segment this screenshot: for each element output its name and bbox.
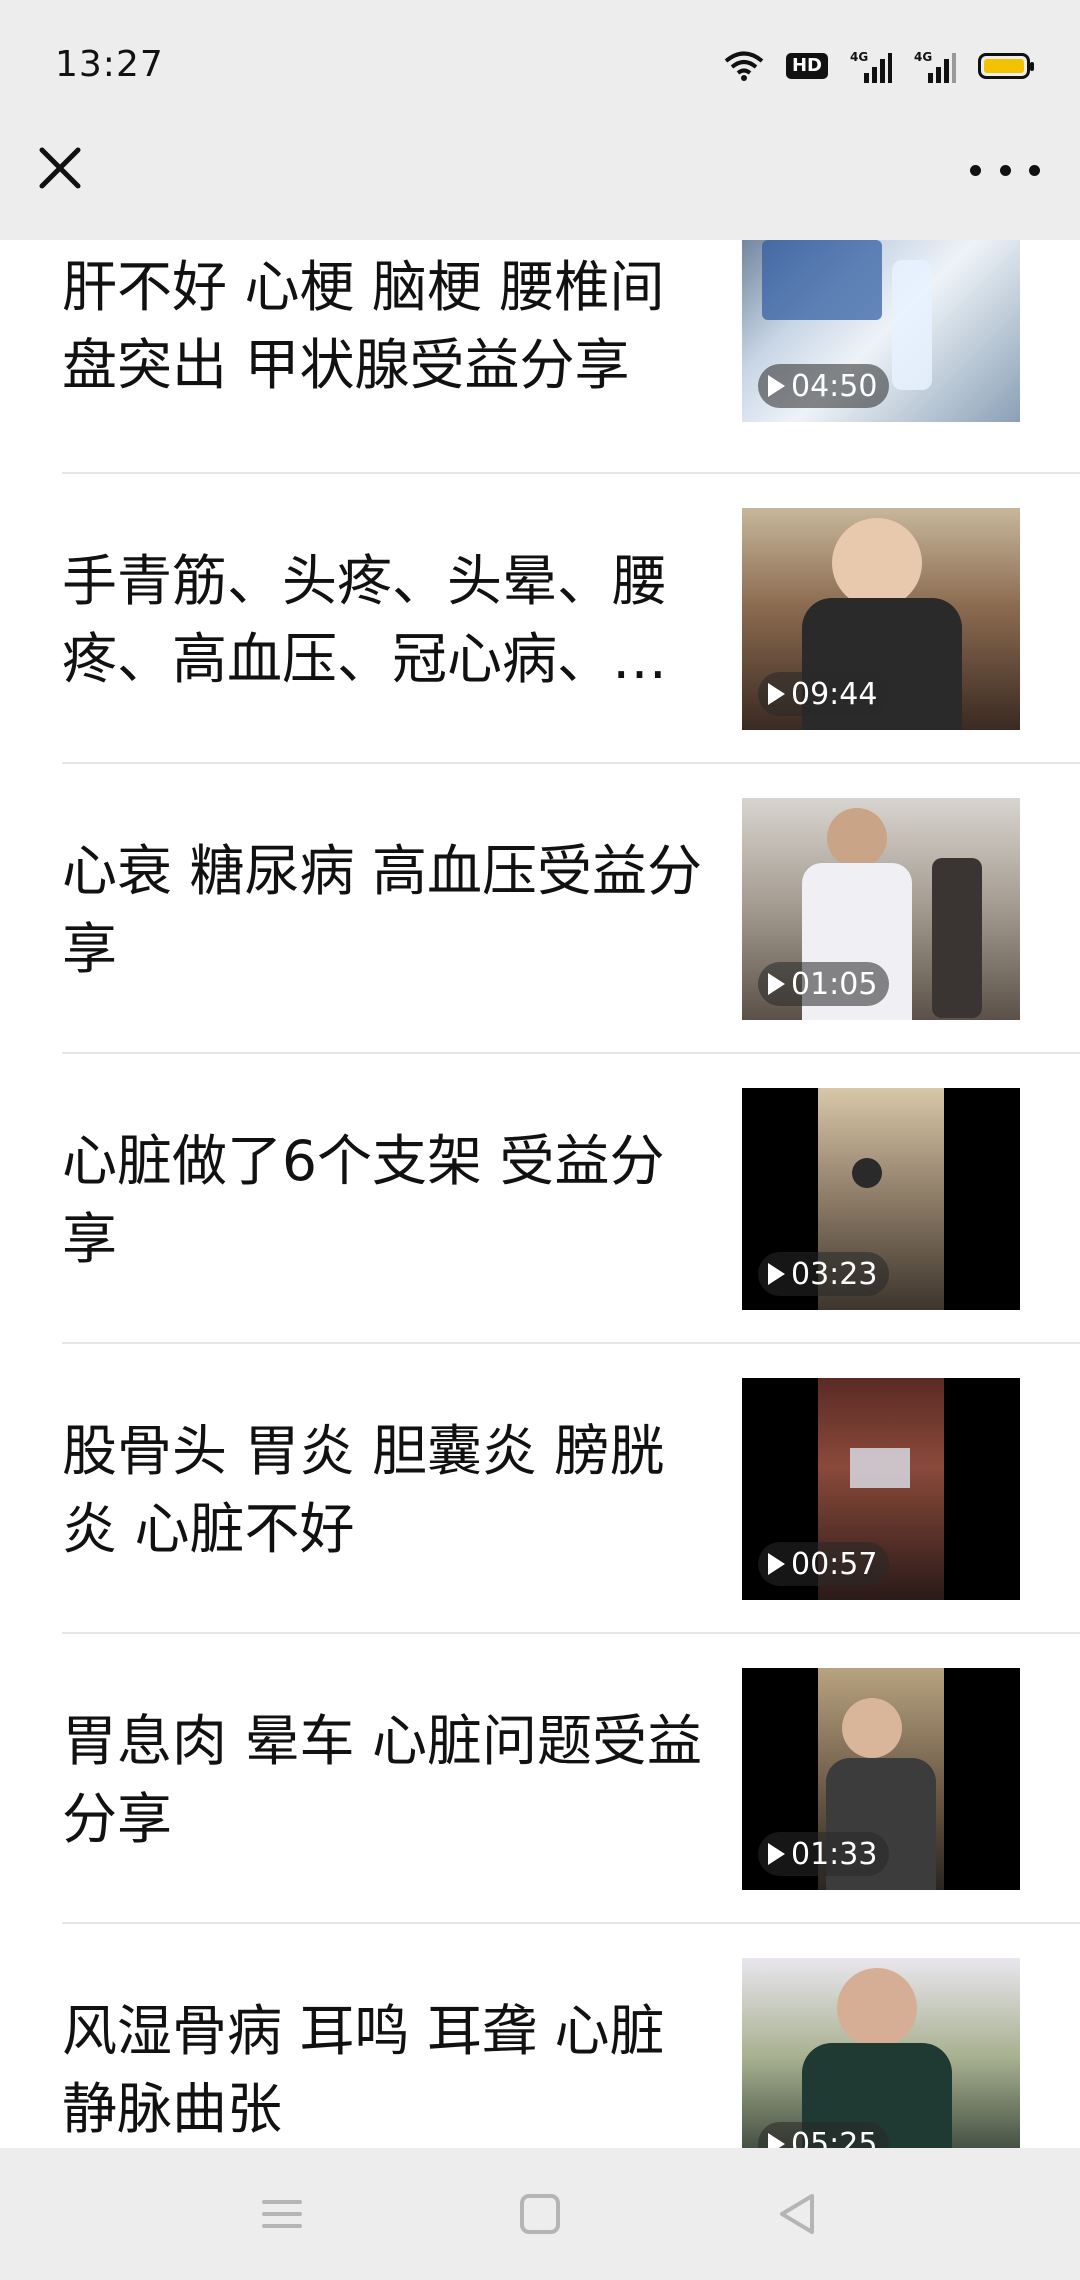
video-thumbnail[interactable]: 01:33 xyxy=(742,1668,1020,1890)
play-icon xyxy=(768,1553,785,1575)
status-time: 13:27 xyxy=(55,44,164,85)
duration-badge: 00:57 xyxy=(758,1542,890,1586)
article-title: 肝不好 心梗 脑梗 腰椎间盘突出 甲状腺受益分享 xyxy=(62,255,665,397)
nav-bar xyxy=(0,130,1080,240)
list-item[interactable]: 心脏做了6个支架 受益分享 03:23 xyxy=(0,1054,1080,1344)
home-icon xyxy=(520,2194,560,2234)
more-icon xyxy=(999,164,1011,176)
home-button[interactable] xyxy=(508,2182,572,2246)
list-item[interactable]: 手青筋、头疼、头晕、腰疼、高血压、冠心病、… 09:44 xyxy=(0,474,1080,764)
duration-badge: 03:23 xyxy=(758,1252,890,1296)
duration-badge: 01:05 xyxy=(758,962,890,1006)
article-title: 手青筋、头疼、头晕、腰疼、高血压、冠心病、… xyxy=(62,549,668,691)
list-item[interactable]: 胃息肉 晕车 心脏问题受益分享 01:33 xyxy=(0,1634,1080,1924)
back-icon xyxy=(780,2194,814,2234)
more-button[interactable] xyxy=(970,150,1040,190)
svg-text:4G: 4G xyxy=(914,50,932,64)
article-title: 心脏做了6个支架 受益分享 xyxy=(62,1129,665,1271)
play-icon xyxy=(768,1263,785,1285)
video-thumbnail[interactable]: 05:25 xyxy=(742,1958,1020,2148)
status-bar: 13:27 HD 4G 4G xyxy=(0,0,1080,130)
close-icon xyxy=(39,147,81,189)
video-thumbnail[interactable]: 01:05 xyxy=(742,798,1020,1020)
status-icons: HD 4G 4G xyxy=(724,46,1034,86)
article-title: 心衰 糖尿病 高血压受益分享 xyxy=(62,839,702,981)
duration-badge: 04:50 xyxy=(758,364,890,408)
svg-text:4G: 4G xyxy=(850,50,868,64)
signal-4g-icon: 4G xyxy=(850,50,892,83)
play-icon xyxy=(768,2133,785,2148)
back-button[interactable] xyxy=(766,2182,830,2246)
video-thumbnail[interactable]: 04:50 xyxy=(742,240,1020,422)
signal-4g-icon: 4G xyxy=(914,50,956,83)
list-item[interactable]: 风湿骨病 耳鸣 耳聋 心脏静脉曲张 05:25 xyxy=(0,1924,1080,2148)
hd-icon: HD xyxy=(785,53,828,79)
video-thumbnail[interactable]: 09:44 xyxy=(742,508,1020,730)
duration-badge: 01:33 xyxy=(758,1832,890,1876)
list-item[interactable]: 肝不好 心梗 脑梗 腰椎间盘突出 甲状腺受益分享 04:50 xyxy=(0,240,1080,490)
play-icon xyxy=(768,973,785,995)
play-icon xyxy=(768,683,785,705)
close-button[interactable] xyxy=(30,138,90,198)
more-icon xyxy=(1029,164,1040,176)
article-title: 风湿骨病 耳鸣 耳聋 心脏静脉曲张 xyxy=(62,1999,665,2141)
list-item[interactable]: 股骨头 胃炎 胆囊炎 膀胱炎 心脏不好 00:57 xyxy=(0,1344,1080,1634)
video-thumbnail[interactable]: 03:23 xyxy=(742,1088,1020,1310)
article-list: 肝不好 心梗 脑梗 腰椎间盘突出 甲状腺受益分享 04:50 手青筋、头疼、头晕… xyxy=(0,240,1080,2148)
battery-icon xyxy=(978,53,1034,79)
list-item[interactable]: 心衰 糖尿病 高血压受益分享 01:05 xyxy=(0,764,1080,1054)
duration-badge: 05:25 xyxy=(758,2122,890,2148)
system-nav-bar xyxy=(0,2148,1080,2280)
more-icon xyxy=(970,164,981,176)
duration-badge: 09:44 xyxy=(758,672,890,716)
play-icon xyxy=(768,375,785,397)
article-title: 胃息肉 晕车 心脏问题受益分享 xyxy=(62,1709,702,1851)
play-icon xyxy=(768,1843,785,1865)
menu-button[interactable] xyxy=(250,2182,314,2246)
menu-icon xyxy=(262,2200,302,2228)
video-thumbnail[interactable]: 00:57 xyxy=(742,1378,1020,1600)
wifi-icon xyxy=(724,51,764,81)
article-title: 股骨头 胃炎 胆囊炎 膀胱炎 心脏不好 xyxy=(62,1419,665,1561)
